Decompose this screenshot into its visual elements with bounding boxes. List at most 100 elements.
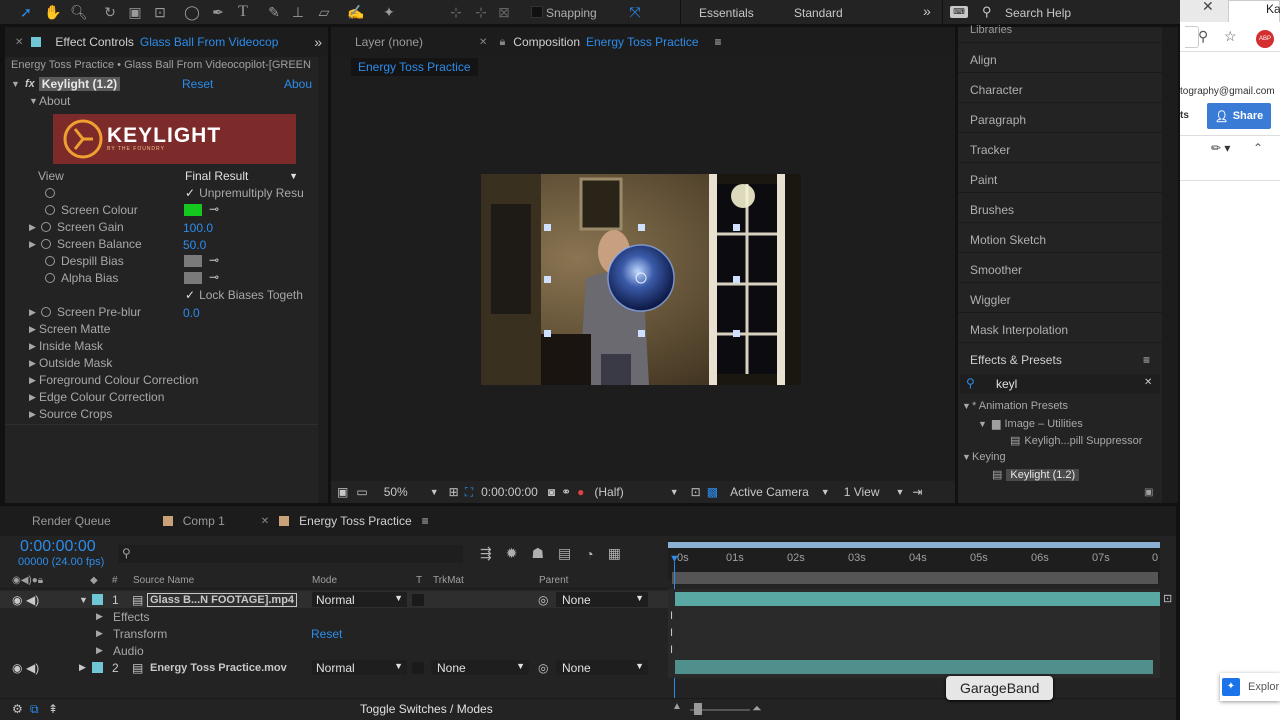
col-source-name[interactable]: Source Name (133, 575, 194, 586)
group-edge-colour[interactable]: ▶ Edge Colour Correction (29, 390, 164, 404)
zoom-out-icon[interactable]: ▲ (672, 701, 682, 712)
in-out-toggle-icon[interactable]: ⇞ (48, 702, 58, 716)
panel-character[interactable]: Character (970, 83, 1023, 97)
pickwhip-icon[interactable]: ◎ (538, 593, 548, 607)
camera-tool-icon[interactable]: ▣ (125, 3, 145, 21)
panel-paint[interactable]: Paint (970, 173, 997, 187)
group-screen-matte[interactable]: ▶ Screen Matte (29, 322, 110, 336)
layer-sub-audio[interactable]: ▶ Audio (0, 642, 668, 659)
view-layout-dropdown[interactable]: 1 View (844, 485, 880, 499)
close-tab-icon[interactable]: ✕ (15, 37, 23, 48)
group-foreground-colour[interactable]: ▶ Foreground Colour Correction (29, 373, 198, 387)
tab-energy-toss-practice[interactable]: Energy Toss Practice (289, 506, 422, 536)
modes-toggle-icon[interactable]: ⧉ (30, 702, 39, 717)
alpha-bias-swatch[interactable] (184, 272, 202, 284)
stopwatch-icon[interactable] (45, 256, 55, 266)
panel-motion-sketch[interactable]: Motion Sketch (970, 233, 1046, 247)
workspace-overflow-icon[interactable]: » (923, 3, 931, 19)
dropdown-arrow-icon[interactable]: ▼ (896, 487, 905, 497)
eyedropper-icon[interactable]: ⊸ (209, 253, 219, 267)
snapping-checkbox[interactable] (531, 6, 543, 18)
zoom-tool-icon[interactable]: 🔍︎ (69, 3, 89, 21)
keyframe-marker-icon[interactable]: I (670, 644, 673, 656)
comp-chip[interactable]: Energy Toss Practice (351, 58, 478, 76)
layer-mode-dropdown[interactable]: Normal ▼ (312, 660, 407, 675)
edit-pencil-icon[interactable]: ✏ ▾ (1211, 141, 1230, 155)
effect-expand-icon[interactable]: ▼ (11, 79, 21, 89)
panel-menu-icon[interactable]: ≡ (422, 514, 429, 528)
ellipse-tool-icon[interactable]: ◯ (182, 3, 202, 21)
close-tab-icon[interactable]: ✕ (479, 37, 487, 48)
stopwatch-icon[interactable] (41, 222, 51, 232)
stopwatch-icon[interactable] (41, 307, 51, 317)
layer-sub-transform[interactable]: ▶ Transform Reset (0, 625, 668, 642)
effect-about-link[interactable]: Abou (284, 77, 312, 91)
screen-gain-value[interactable]: 100.0 (183, 221, 213, 235)
motion-blur-icon[interactable]: ◔ (585, 546, 593, 562)
grid-icon[interactable]: ⊞ (449, 485, 459, 499)
effects-presets-title[interactable]: Effects & Presets (970, 353, 1062, 367)
preserve-transparency-checkbox[interactable] (412, 593, 424, 606)
stopwatch-icon[interactable] (45, 188, 55, 198)
right-panel-scrollbar[interactable] (1162, 27, 1178, 503)
share-button[interactable]: 👤︎ Share (1207, 103, 1271, 129)
layer-sub-effects[interactable]: ▶ Effects (0, 608, 668, 625)
expand-icon[interactable]: ▶ (29, 239, 39, 250)
eyedropper-icon[interactable]: ⊸ (209, 270, 219, 284)
tab-title-fragment[interactable]: Ka (1266, 2, 1280, 16)
effect-header[interactable]: ▼ fx Keylight (1.2) (11, 76, 121, 92)
audio-icon[interactable]: ◀) (26, 661, 39, 675)
hand-tool-icon[interactable]: ✋ (43, 3, 63, 21)
view-dropdown[interactable]: Final Result ▼ (185, 167, 300, 184)
dropdown-arrow-icon[interactable]: ▼ (670, 487, 679, 497)
lock-biases-checkbox[interactable]: ✓ Lock Biases Togeth (185, 288, 303, 302)
type-tool-icon[interactable]: T (233, 3, 253, 21)
layer-label-swatch[interactable] (92, 594, 103, 605)
new-bin-icon[interactable]: ▣ (1144, 487, 1153, 498)
transparency-grid-icon[interactable]: ▩ (707, 485, 718, 499)
stopwatch-icon[interactable] (41, 239, 51, 249)
preserve-transparency-checkbox[interactable] (412, 661, 424, 674)
monitor-icon[interactable]: ▭ (356, 485, 367, 499)
current-time[interactable]: 0:00:00:00 (481, 485, 538, 499)
tree-keying[interactable]: ▼ Keying (962, 451, 1006, 463)
effects-search-input[interactable]: ⚲ keyl ✕ (960, 374, 1160, 394)
layer-row-2[interactable]: ◉ ◀) ▶ 2 ▤ Energy Toss Practice.mov Norm… (0, 659, 668, 676)
group-source-crops[interactable]: ▶ Source Crops (29, 407, 112, 421)
stopwatch-icon[interactable] (45, 273, 55, 283)
shy-icon[interactable]: ☗ (531, 545, 544, 562)
screen-colour-swatch[interactable] (184, 204, 202, 216)
panel-overflow-icon[interactable]: » (314, 34, 322, 50)
keyframe-marker-icon[interactable]: I (670, 627, 673, 639)
visibility-icon[interactable]: ◉ (12, 593, 22, 607)
time-navigator[interactable] (672, 572, 1158, 584)
explore-button[interactable]: ✦ Explor (1220, 673, 1280, 701)
visibility-icon[interactable]: ◉ (12, 661, 22, 675)
collapse-icon[interactable]: ⌃ (1253, 141, 1263, 155)
effect-reset-link[interactable]: Reset (182, 77, 213, 91)
tree-animation-presets[interactable]: ▼ * Animation Presets (962, 400, 1068, 412)
bookmark-star-icon[interactable]: ☆ (1224, 28, 1237, 45)
close-icon[interactable]: ✕ (1202, 0, 1214, 15)
panel-libraries[interactable]: Libraries (970, 24, 1012, 36)
zoom-icon[interactable]: ⚲ (1198, 28, 1208, 45)
expand-icon[interactable]: ▶ (29, 222, 39, 233)
comp-flowchart-icon[interactable]: ⇶ (480, 545, 492, 562)
fx-icon[interactable]: fx (25, 78, 35, 90)
camera-dropdown[interactable]: Active Camera (730, 485, 809, 499)
region-of-interest-icon[interactable]: ⛶ (465, 485, 473, 500)
layer-label-swatch[interactable] (92, 662, 103, 673)
zoom-in-icon[interactable]: ⏶ (752, 701, 762, 716)
group-outside-mask[interactable]: ▶ Outside Mask (29, 356, 112, 370)
layer-name[interactable]: Glass B...N FOOTAGE].mp4 (147, 592, 298, 607)
group-inside-mask[interactable]: ▶ Inside Mask (29, 339, 103, 353)
axis-local-icon[interactable]: ⊹ (446, 3, 466, 21)
selection-tool-icon[interactable]: ➚ (16, 3, 36, 21)
screen-preblur-value[interactable]: 0.0 (183, 306, 200, 320)
layer-parent-dropdown[interactable]: None ▼ (556, 592, 648, 607)
graph-editor-icon[interactable]: ▦ (608, 545, 621, 562)
panel-tracker[interactable]: Tracker (970, 143, 1010, 157)
layer-mode-dropdown[interactable]: Normal ▼ (312, 592, 407, 607)
transform-reset-link[interactable]: Reset (311, 627, 342, 641)
show-snapshot-icon[interactable]: ⚭ (561, 485, 571, 499)
